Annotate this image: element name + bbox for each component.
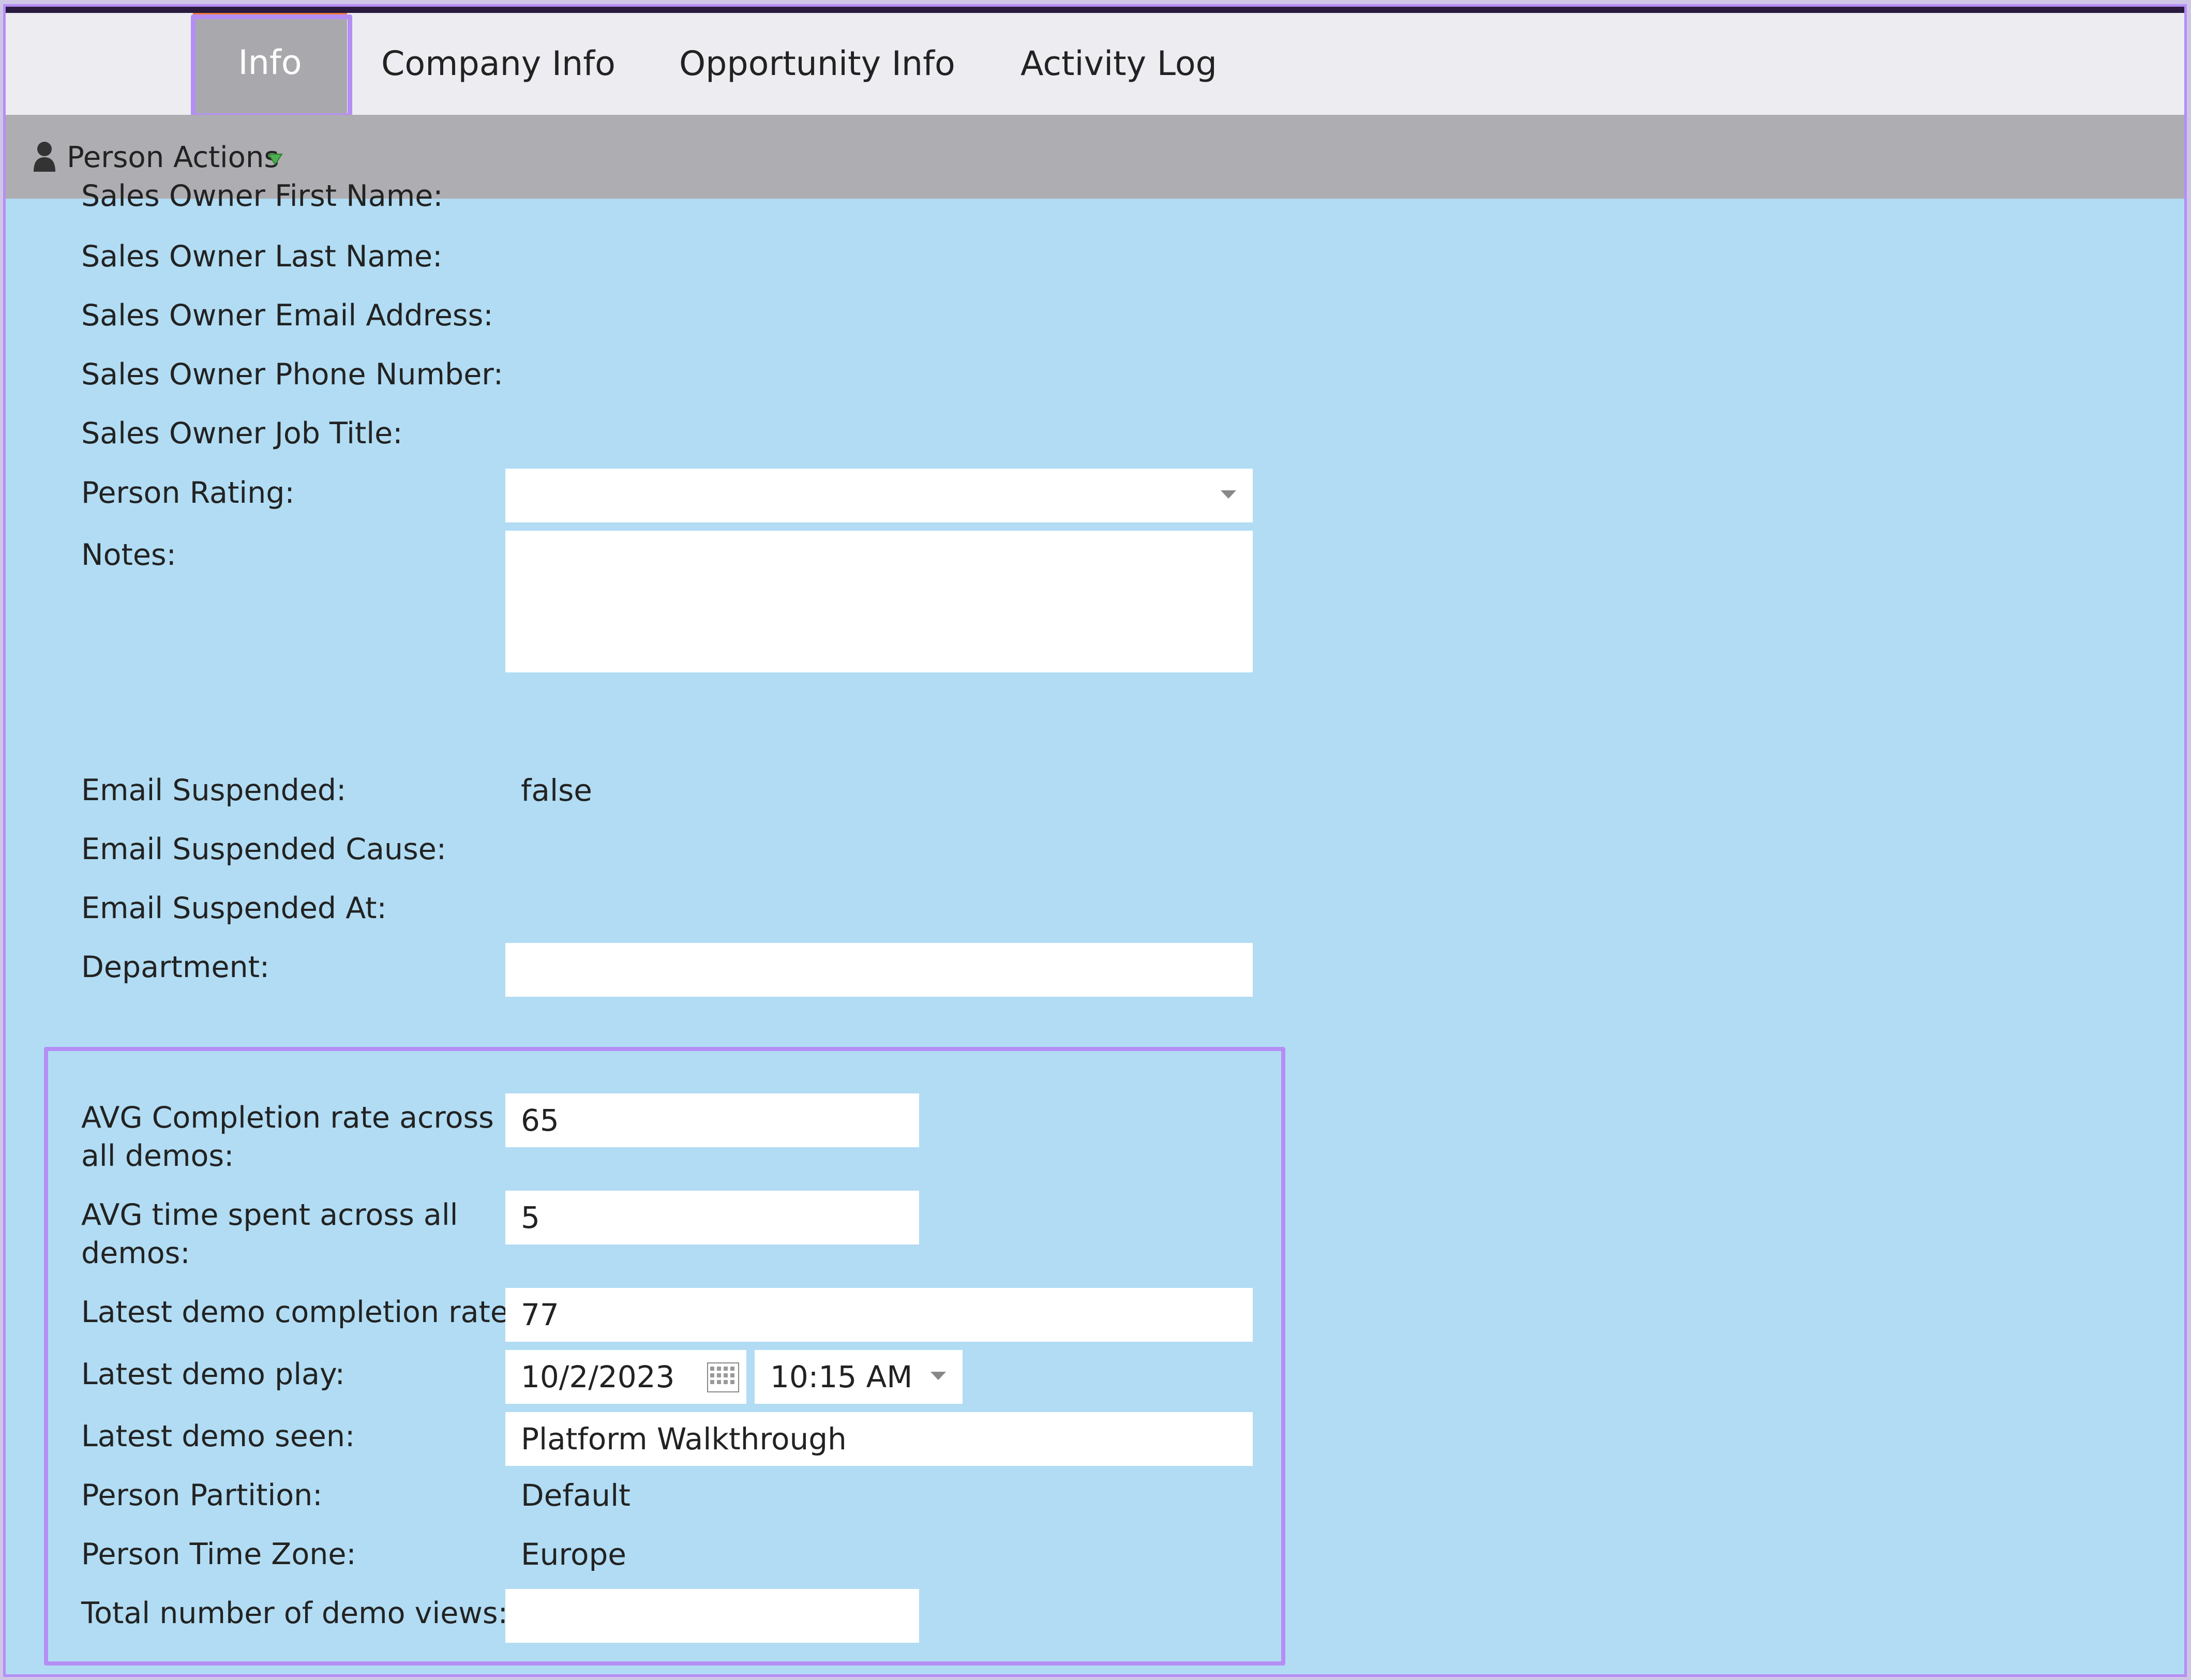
field-label: Person Rating: [81,476,295,510]
field-label: Sales Owner Job Title: [81,416,403,451]
app-frame: Info Company Info Opportunity Info Activ… [3,4,2187,1677]
field-label: Sales Owner Phone Number: [81,357,503,392]
calendar-icon[interactable] [707,1362,739,1392]
field-label: Department: [81,950,270,984]
field-label: AVG Completion rate across all demos: [81,1101,494,1173]
tab-activity-log[interactable]: Activity Log [1021,13,1217,115]
field-label: Latest demo seen: [81,1419,355,1453]
top-strip [6,7,2184,13]
field-label: Notes: [81,538,176,572]
total-demo-views-field[interactable] [505,1589,919,1643]
person-partition-value: Default [521,1478,631,1513]
person-actions-menu[interactable]: Person Actions [67,141,279,175]
field-label: Latest demo completion rate: [81,1295,519,1329]
info-form: Sales Owner First Name: Sales Owner Last… [6,179,2184,1674]
latest-play-date-field[interactable]: 10/2/2023 [505,1350,746,1404]
tab-company-info[interactable]: Company Info [381,13,616,115]
chevron-down-icon[interactable] [267,153,283,166]
field-label: Latest demo play: [81,1357,345,1391]
email-suspended-value: false [521,773,592,808]
department-field[interactable] [505,943,1253,997]
field-label: Email Suspended Cause: [81,832,447,866]
person-time-zone-value: Europe [521,1537,626,1572]
active-tab-highlight [191,14,352,118]
latest-seen-field[interactable]: Platform Walkthrough [505,1412,1253,1466]
latest-play-date-value: 10/2/2023 [521,1359,675,1394]
notes-textarea[interactable] [505,531,1253,672]
field-label: Sales Owner Email Address: [81,298,493,333]
field-label: Sales Owner Last Name: [81,239,443,274]
person-icon [34,142,55,172]
field-label: Sales Owner First Name: [81,179,443,213]
chevron-down-icon[interactable] [929,1371,947,1381]
avg-completion-field[interactable]: 65 [505,1093,919,1147]
avg-time-field[interactable]: 5 [505,1191,919,1244]
field-label: Email Suspended At: [81,891,387,925]
field-label: Total number of demo views: [81,1596,508,1630]
person-rating-select[interactable] [505,469,1253,522]
latest-play-time-value: 10:15 AM [770,1359,913,1394]
latest-completion-field[interactable]: 77 [505,1288,1253,1342]
field-label: Email Suspended: [81,773,347,807]
field-label: Person Partition: [81,1478,323,1512]
field-label: AVG time spent across all demos: [81,1198,458,1270]
field-label: Person Time Zone: [81,1537,356,1571]
chevron-down-icon[interactable] [1220,489,1237,500]
tab-opportunity-info[interactable]: Opportunity Info [679,13,955,115]
latest-play-time-select[interactable]: 10:15 AM [755,1350,963,1404]
